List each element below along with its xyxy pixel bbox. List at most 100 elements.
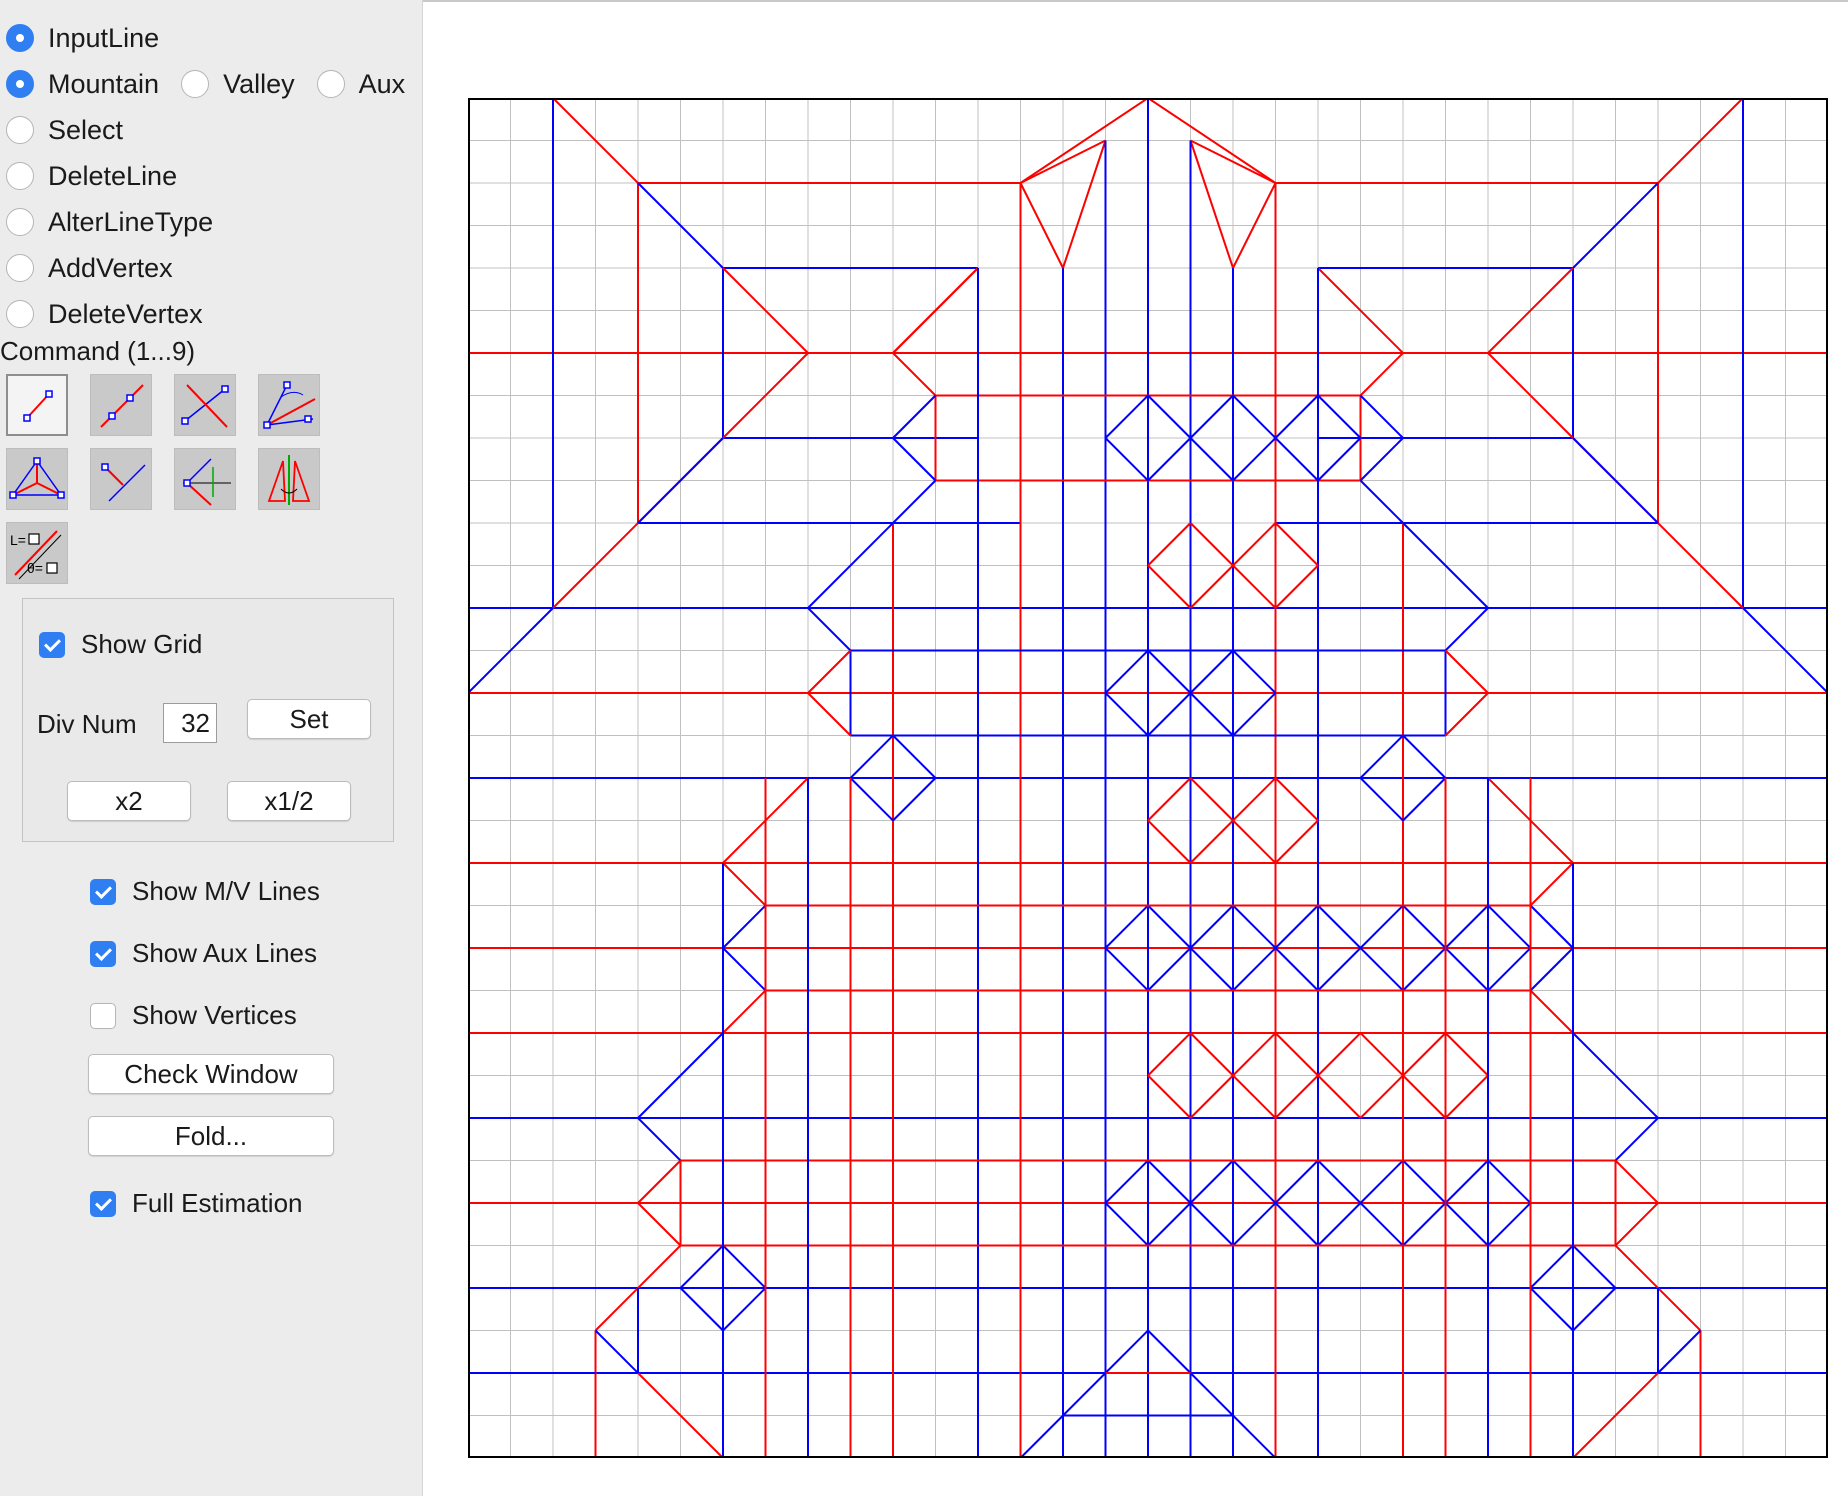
length-angle-input-button[interactable]: L= θ= xyxy=(6,522,68,584)
show-mv-lines-checkbox[interactable] xyxy=(90,878,116,905)
valley-crease xyxy=(1147,394,1192,439)
valley-crease xyxy=(1359,479,1404,524)
show-mv-lines-label: Show M/V Lines xyxy=(132,876,320,906)
valley-crease xyxy=(1104,437,1149,482)
valley-crease xyxy=(1147,692,1192,737)
grid-half-button[interactable]: x1/2 xyxy=(227,781,351,821)
valley-crease xyxy=(1487,904,1532,949)
valley-crease xyxy=(1359,734,1404,779)
valley-crease xyxy=(1189,1159,1234,1204)
mountain-crease xyxy=(1359,1074,1404,1119)
mountain-crease xyxy=(1274,522,1319,567)
mountain-crease xyxy=(1147,819,1192,864)
valley-crease xyxy=(1614,1117,1659,1162)
valley-crease xyxy=(1317,437,1362,482)
valley-crease xyxy=(1104,1202,1149,1247)
full-estimation-checkbox[interactable] xyxy=(90,1190,116,1217)
symmetric-line-icon xyxy=(183,458,231,506)
line-type-valley[interactable]: Valley xyxy=(181,69,295,100)
valley-crease xyxy=(1444,1202,1489,1247)
valley-crease xyxy=(1104,1329,1149,1374)
line-type-mountain-radio[interactable] xyxy=(6,70,34,98)
full-estimation-row[interactable]: Full Estimation xyxy=(90,1188,303,1219)
mode-alterlinetype[interactable]: AlterLineType xyxy=(6,202,213,242)
mountain-crease xyxy=(1189,564,1234,609)
mountain-crease xyxy=(1529,989,1574,1034)
line-type-aux[interactable]: Aux xyxy=(316,69,405,100)
mirror-copy-button[interactable] xyxy=(258,448,320,510)
mode-deleteline[interactable]: DeleteLine xyxy=(6,156,177,196)
div-num-input[interactable]: 32 xyxy=(163,703,217,743)
crease-pattern-canvas[interactable] xyxy=(468,98,1828,1458)
valley-crease xyxy=(1359,904,1404,949)
grid-double-button[interactable]: x2 xyxy=(67,781,191,821)
valley-crease xyxy=(807,607,852,652)
show-aux-lines-row[interactable]: Show Aux Lines xyxy=(90,938,317,969)
show-aux-lines-checkbox[interactable] xyxy=(90,940,116,967)
grid-settings-panel: Show Grid Div Num 32 Set x2 x1/2 xyxy=(22,598,394,842)
show-vertices-row[interactable]: Show Vertices xyxy=(90,1000,297,1031)
valley-crease xyxy=(892,394,937,439)
valley-crease xyxy=(722,1287,767,1332)
mode-addvertex-label: AddVertex xyxy=(48,252,173,283)
valley-crease xyxy=(722,947,767,992)
line-type-aux-radio[interactable] xyxy=(316,70,345,98)
valley-crease xyxy=(1274,437,1319,482)
valley-crease xyxy=(1359,394,1404,439)
valley-crease xyxy=(1189,692,1234,737)
valley-crease xyxy=(1232,947,1277,992)
mode-deleteline-radio[interactable] xyxy=(6,162,34,190)
valley-crease xyxy=(1274,1159,1319,1204)
valley-crease xyxy=(722,1244,767,1289)
set-div-num-button[interactable]: Set xyxy=(247,699,371,739)
show-grid-checkbox[interactable] xyxy=(39,631,65,658)
valley-crease xyxy=(1657,1329,1702,1374)
valley-crease xyxy=(679,1287,724,1332)
valley-crease xyxy=(892,777,937,822)
valley-crease xyxy=(1359,777,1404,822)
line-type-valley-radio[interactable] xyxy=(181,70,210,98)
valley-crease xyxy=(1104,692,1149,737)
fold-button[interactable]: Fold... xyxy=(88,1116,334,1156)
show-vertices-checkbox[interactable] xyxy=(90,1002,116,1029)
mountain-crease xyxy=(1232,819,1277,864)
angle-bisector-button[interactable] xyxy=(258,374,320,436)
point-to-line-button[interactable] xyxy=(90,374,152,436)
valley-crease xyxy=(1487,947,1532,992)
valley-crease xyxy=(1147,649,1192,694)
valley-crease xyxy=(1189,1372,1234,1417)
mode-inputline[interactable]: InputLine xyxy=(6,18,159,58)
perpendicular-bisector-icon xyxy=(181,384,229,428)
show-grid-checkbox-row[interactable]: Show Grid xyxy=(39,629,202,660)
perpendicular-bisector-button[interactable] xyxy=(174,374,236,436)
symmetric-line-button[interactable] xyxy=(174,448,236,510)
mode-addvertex[interactable]: AddVertex xyxy=(6,248,173,288)
valley-crease xyxy=(1232,692,1277,737)
mode-deletevertex-radio[interactable] xyxy=(6,300,34,328)
mountain-crease xyxy=(1444,1032,1489,1077)
mode-alterlinetype-radio[interactable] xyxy=(6,208,34,236)
valley-crease xyxy=(1062,1372,1107,1417)
valley-crease xyxy=(1232,1414,1277,1458)
valley-crease xyxy=(849,777,894,822)
check-window-button[interactable]: Check Window xyxy=(88,1054,334,1094)
line-type-valley-label: Valley xyxy=(223,68,295,99)
line-type-mountain[interactable]: Mountain xyxy=(6,69,159,100)
mountain-crease xyxy=(807,649,852,694)
valley-crease xyxy=(1402,904,1447,949)
mode-addvertex-radio[interactable] xyxy=(6,254,34,282)
mode-alterlinetype-label: AlterLineType xyxy=(48,206,214,237)
mode-select[interactable]: Select xyxy=(6,110,123,150)
mode-inputline-radio[interactable] xyxy=(6,24,34,52)
full-estimation-label: Full Estimation xyxy=(132,1188,303,1218)
mode-select-radio[interactable] xyxy=(6,116,34,144)
mountain-crease xyxy=(1402,1074,1447,1119)
mode-deletevertex[interactable]: DeleteVertex xyxy=(6,294,203,334)
triangle-incenter-button[interactable] xyxy=(6,448,68,510)
mountain-crease xyxy=(1189,1074,1234,1119)
valley-crease xyxy=(1147,1329,1192,1374)
valley-crease xyxy=(1487,1159,1532,1204)
two-point-line-button[interactable] xyxy=(6,374,68,436)
show-mv-lines-row[interactable]: Show M/V Lines xyxy=(90,876,320,907)
perpendicular-line-button[interactable] xyxy=(90,448,152,510)
